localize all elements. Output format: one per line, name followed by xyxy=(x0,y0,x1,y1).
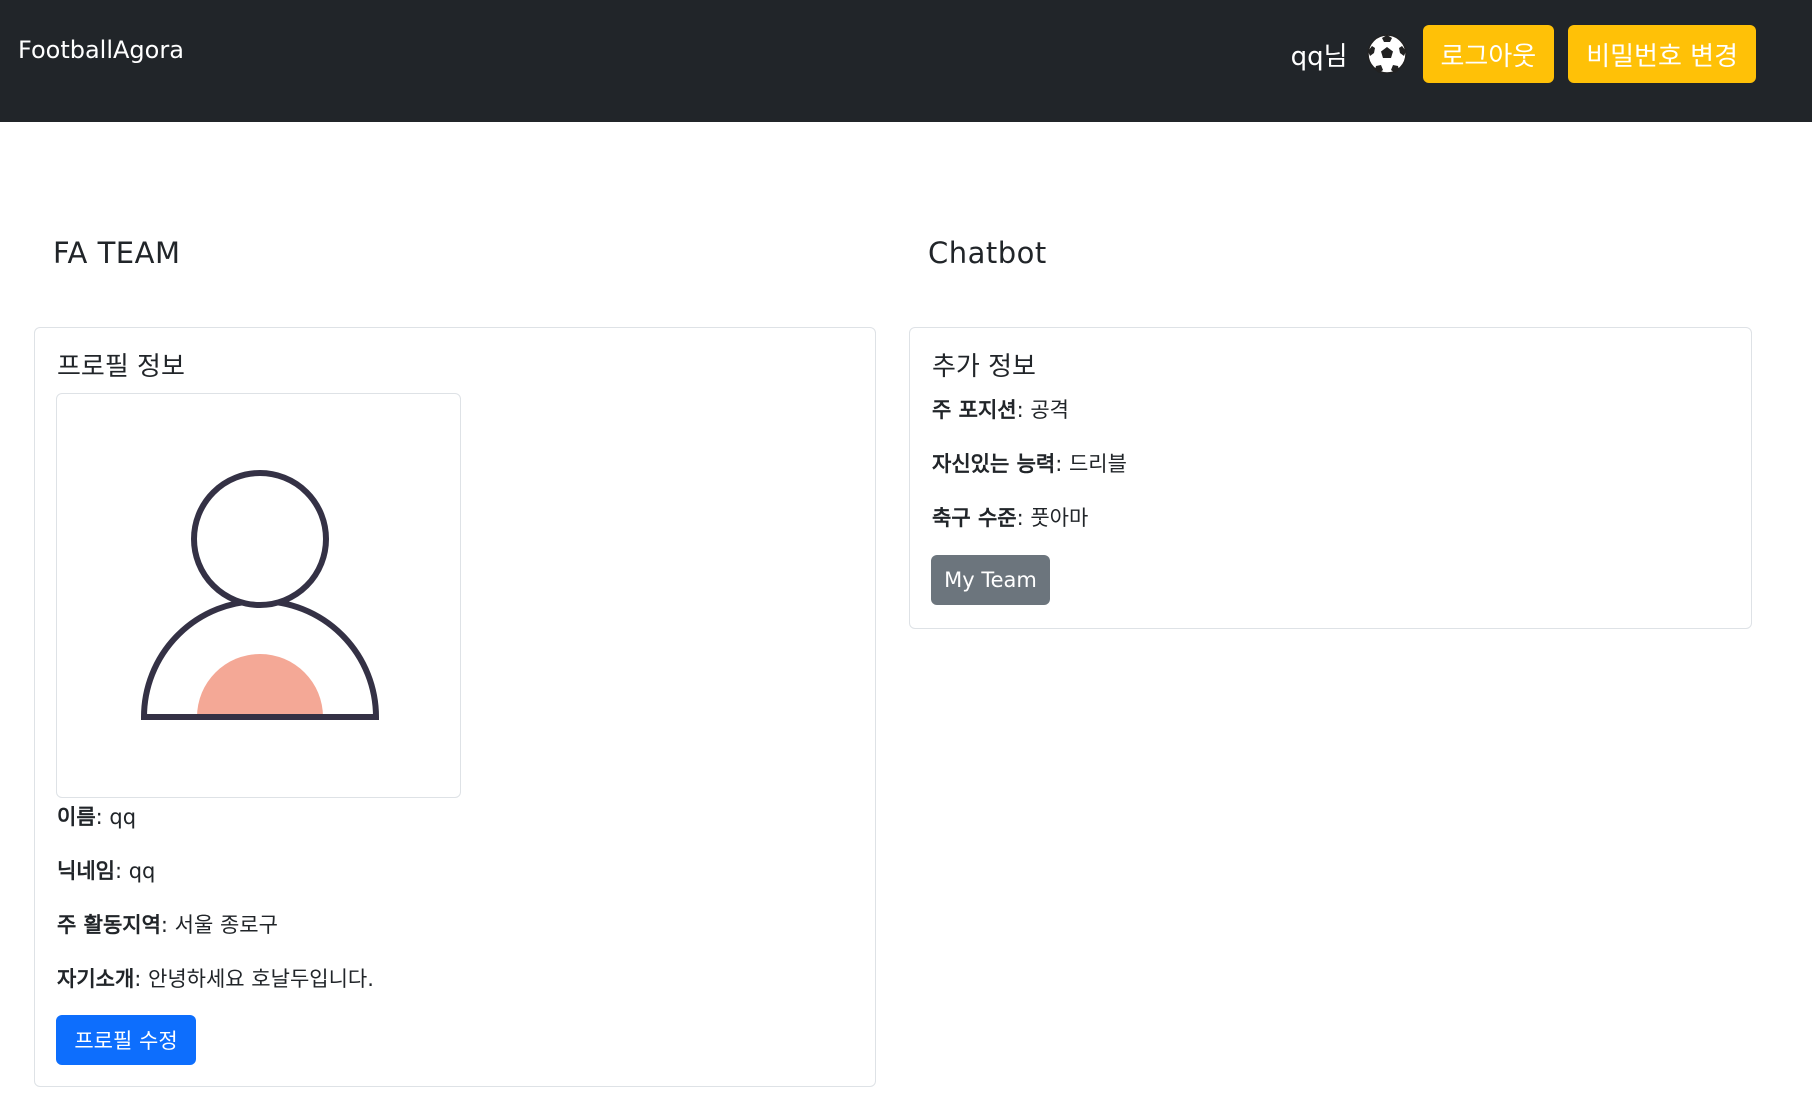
profile-card-title: 프로필 정보 xyxy=(57,352,185,382)
extra-field-level: 축구 수준: 풋아마 xyxy=(932,502,1088,532)
extra-field-position-label: 주 포지션 xyxy=(932,398,1017,422)
profile-field-name: 이름: qq xyxy=(57,801,136,831)
profile-field-name-value: : qq xyxy=(95,805,137,829)
extra-field-position-value: : 공격 xyxy=(1016,398,1069,422)
extra-field-level-value: : 풋아마 xyxy=(1016,506,1089,530)
profile-field-region-value: : 서울 종로구 xyxy=(160,913,278,937)
navbar-user-area: qq님 로그아웃 비밀번호 변경 xyxy=(1291,25,1756,83)
edit-profile-button[interactable]: 프로필 수정 xyxy=(56,1015,196,1065)
extra-field-level-label: 축구 수준 xyxy=(932,506,1017,530)
brand-logo-text[interactable]: FootballAgora xyxy=(18,36,184,64)
extra-field-skill-value: : 드리블 xyxy=(1055,452,1127,476)
extra-info-card: 추가 정보 주 포지션: 공격 자신있는 능력: 드리블 축구 수준: 풋아마 … xyxy=(909,327,1752,629)
extra-card-title: 추가 정보 xyxy=(932,352,1036,382)
profile-field-nickname: 닉네임: qq xyxy=(57,855,155,885)
profile-field-nickname-label: 닉네임 xyxy=(57,859,115,883)
profile-field-region-label: 주 활동지역 xyxy=(57,913,161,937)
logout-button[interactable]: 로그아웃 xyxy=(1422,25,1555,83)
my-team-button[interactable]: My Team xyxy=(931,555,1050,605)
user-avatar-icon xyxy=(140,470,380,720)
chatbot-title: Chatbot xyxy=(928,236,1047,270)
profile-field-intro: 자기소개: 안녕하세요 호날두입니다. xyxy=(57,963,374,993)
user-greeting: qq님 xyxy=(1290,41,1348,72)
profile-card: 프로필 정보 이름: qq 닉네임: qq 주 활동지역: 서울 종로구 자기소… xyxy=(34,327,876,1087)
extra-field-position: 주 포지션: 공격 xyxy=(932,394,1069,424)
fa-team-title: FA TEAM xyxy=(53,236,181,270)
profile-field-intro-label: 자기소개 xyxy=(57,967,135,991)
profile-field-name-label: 이름 xyxy=(57,805,96,829)
top-navbar: FootballAgora qq님 로그아웃 비밀번호 변경 xyxy=(0,0,1812,122)
change-password-button[interactable]: 비밀번호 변경 xyxy=(1568,25,1756,83)
extra-field-skill-label: 자신있는 능력 xyxy=(932,452,1056,476)
profile-field-intro-value: : 안녕하세요 호날두입니다. xyxy=(134,967,374,991)
profile-field-region: 주 활동지역: 서울 종로구 xyxy=(57,909,278,939)
extra-field-skill: 자신있는 능력: 드리블 xyxy=(932,448,1127,478)
profile-field-nickname-value: : qq xyxy=(114,859,156,883)
soccer-ball-icon xyxy=(1366,34,1407,74)
avatar xyxy=(56,393,461,798)
